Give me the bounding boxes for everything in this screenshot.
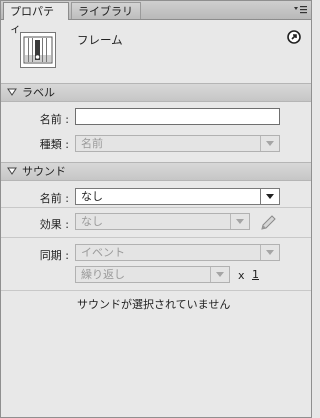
collapse-triangle-icon[interactable] — [7, 87, 17, 97]
effect-select[interactable]: なし — [75, 213, 250, 230]
chevron-down-icon — [266, 250, 274, 255]
sound-status-text: サウンドが選択されていません — [77, 298, 231, 311]
sync-select[interactable]: イベント — [75, 244, 280, 261]
chevron-down-icon — [236, 219, 244, 224]
tab-bar: プロパティ ライブラリ — [1, 1, 311, 35]
label-section-title: ラベル — [22, 86, 55, 99]
properties-header: フレーム — [1, 20, 311, 80]
pencil-icon[interactable] — [259, 214, 277, 232]
sound-section-title: サウンド — [22, 165, 66, 178]
sound-name-value: なし — [81, 190, 103, 203]
help-icon[interactable] — [287, 30, 301, 44]
sound-section-header[interactable]: サウンド — [1, 162, 311, 181]
item-title: フレーム — [77, 33, 123, 47]
label-section-header[interactable]: ラベル — [1, 83, 311, 102]
sound-name-select[interactable]: なし — [75, 188, 280, 205]
label-type-select[interactable]: 名前 — [75, 135, 280, 152]
divider — [1, 207, 311, 208]
sync-label: 同期 : — [39, 249, 69, 262]
divider — [1, 290, 311, 291]
effect-label: 効果 : — [39, 218, 69, 231]
panel-menu-icon[interactable] — [293, 5, 307, 15]
effect-value: なし — [81, 215, 103, 228]
properties-panel: プロパティ ライブラリ フレーム ラベル 名前: 種類: 名前 サウンド 名… — [0, 0, 312, 418]
chevron-down-icon — [266, 194, 274, 199]
tab-properties[interactable]: プロパティ — [3, 2, 69, 35]
label-name-input[interactable] — [75, 108, 280, 125]
sync-value: イベント — [81, 246, 125, 259]
chevron-down-icon — [266, 141, 274, 146]
frame-icon — [20, 32, 56, 68]
repeat-value: 繰り返し — [81, 268, 125, 281]
label-type-value: 名前 — [81, 137, 103, 150]
collapse-triangle-icon[interactable] — [7, 166, 17, 176]
tab-library[interactable]: ライブラリ — [71, 2, 141, 19]
label-type-label: 種類 : — [39, 138, 69, 151]
repeat-count[interactable]: 1 — [252, 268, 259, 281]
chevron-down-icon — [216, 272, 224, 277]
repeat-times-label: x — [238, 269, 245, 282]
divider — [1, 237, 311, 238]
sound-name-label: 名前 : — [39, 192, 69, 205]
label-name-label: 名前 : — [39, 113, 69, 126]
repeat-select[interactable]: 繰り返し — [75, 266, 230, 283]
